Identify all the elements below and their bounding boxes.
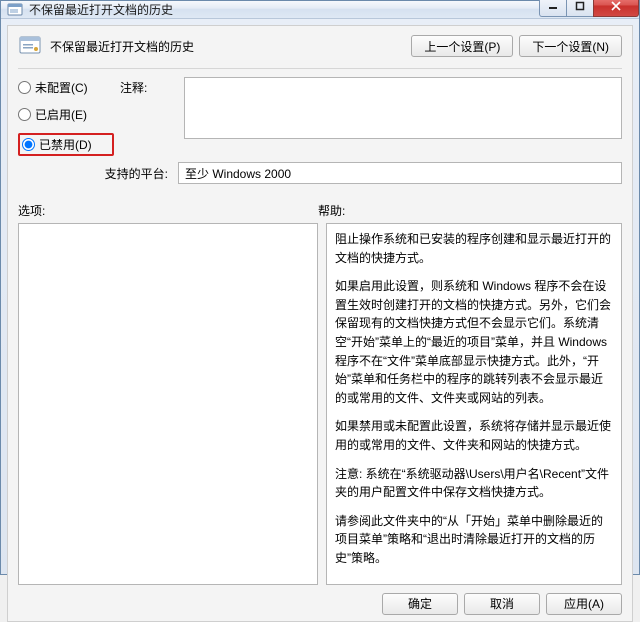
options-pane[interactable] xyxy=(18,223,318,585)
content-area: 不保留最近打开文档的历史 上一个设置(P) 下一个设置(N) 未配置(C) 已启… xyxy=(7,25,633,622)
radio-disabled-input[interactable] xyxy=(22,138,35,151)
maximize-button[interactable] xyxy=(566,0,594,17)
divider xyxy=(18,68,622,69)
titlebar: 不保留最近打开文档的历史 xyxy=(1,1,639,19)
platform-value-box: 至少 Windows 2000 xyxy=(178,162,622,184)
radio-not-configured-input[interactable] xyxy=(18,81,31,94)
radio-not-configured-label: 未配置(C) xyxy=(35,79,88,96)
apply-button[interactable]: 应用(A) xyxy=(546,593,622,615)
window-buttons xyxy=(540,0,639,17)
panel-labels: 选项: 帮助: xyxy=(18,202,622,219)
window-title: 不保留最近打开文档的历史 xyxy=(29,1,540,18)
close-button[interactable] xyxy=(593,0,639,17)
options-label: 选项: xyxy=(18,202,318,219)
platform-label: 支持的平台: xyxy=(18,165,172,182)
config-row: 未配置(C) 已启用(E) 已禁用(D) 注释: xyxy=(18,77,622,156)
panels: 阻止操作系统和已安装的程序创建和显示最近打开的文档的快捷方式。如果启用此设置，则… xyxy=(18,223,622,585)
minimize-button[interactable] xyxy=(539,0,567,17)
help-paragraph: 如果启用此设置，则系统和 Windows 程序不会在设置生效时创建打开的文档的快… xyxy=(335,277,613,407)
comment-textarea[interactable] xyxy=(184,77,622,139)
radio-not-configured[interactable]: 未配置(C) xyxy=(18,79,114,96)
help-paragraph: 阻止操作系统和已安装的程序创建和显示最近打开的文档的快捷方式。 xyxy=(335,230,613,267)
help-label: 帮助: xyxy=(318,202,622,219)
app-icon xyxy=(7,2,23,18)
help-paragraph: 如果禁用或未配置此设置，系统将存储并显示最近使用的或常用的文件、文件夹和网站的快… xyxy=(335,417,613,454)
platform-row: 支持的平台: 至少 Windows 2000 xyxy=(18,162,622,184)
header-row: 不保留最近打开文档的历史 上一个设置(P) 下一个设置(N) xyxy=(18,34,622,58)
footer-buttons: 确定 取消 应用(A) xyxy=(18,585,622,615)
policy-icon xyxy=(18,34,42,58)
radio-disabled-label: 已禁用(D) xyxy=(39,136,92,153)
next-setting-button[interactable]: 下一个设置(N) xyxy=(519,35,622,57)
page-title: 不保留最近打开文档的历史 xyxy=(50,38,403,55)
help-pane[interactable]: 阻止操作系统和已安装的程序创建和显示最近打开的文档的快捷方式。如果启用此设置，则… xyxy=(326,223,622,585)
comment-label: 注释: xyxy=(120,77,178,96)
dialog-window: 不保留最近打开文档的历史 不保 xyxy=(0,0,640,575)
ok-button[interactable]: 确定 xyxy=(382,593,458,615)
prev-setting-button[interactable]: 上一个设置(P) xyxy=(411,35,513,57)
cancel-button[interactable]: 取消 xyxy=(464,593,540,615)
radio-enabled-label: 已启用(E) xyxy=(35,106,87,123)
radio-disabled-highlight: 已禁用(D) xyxy=(18,133,114,156)
radio-disabled[interactable]: 已禁用(D) xyxy=(22,136,110,153)
radio-enabled[interactable]: 已启用(E) xyxy=(18,106,114,123)
help-paragraph: 请参阅此文件夹中的“从「开始」菜单中删除最近的项目菜单”策略和“退出时清除最近打… xyxy=(335,512,613,568)
platform-value: 至少 Windows 2000 xyxy=(185,165,291,182)
help-paragraph: 注意: 系统在“系统驱动器\Users\用户名\Recent”文件夹的用户配置文… xyxy=(335,465,613,502)
radio-enabled-input[interactable] xyxy=(18,108,31,121)
state-radio-group: 未配置(C) 已启用(E) 已禁用(D) xyxy=(18,77,114,156)
